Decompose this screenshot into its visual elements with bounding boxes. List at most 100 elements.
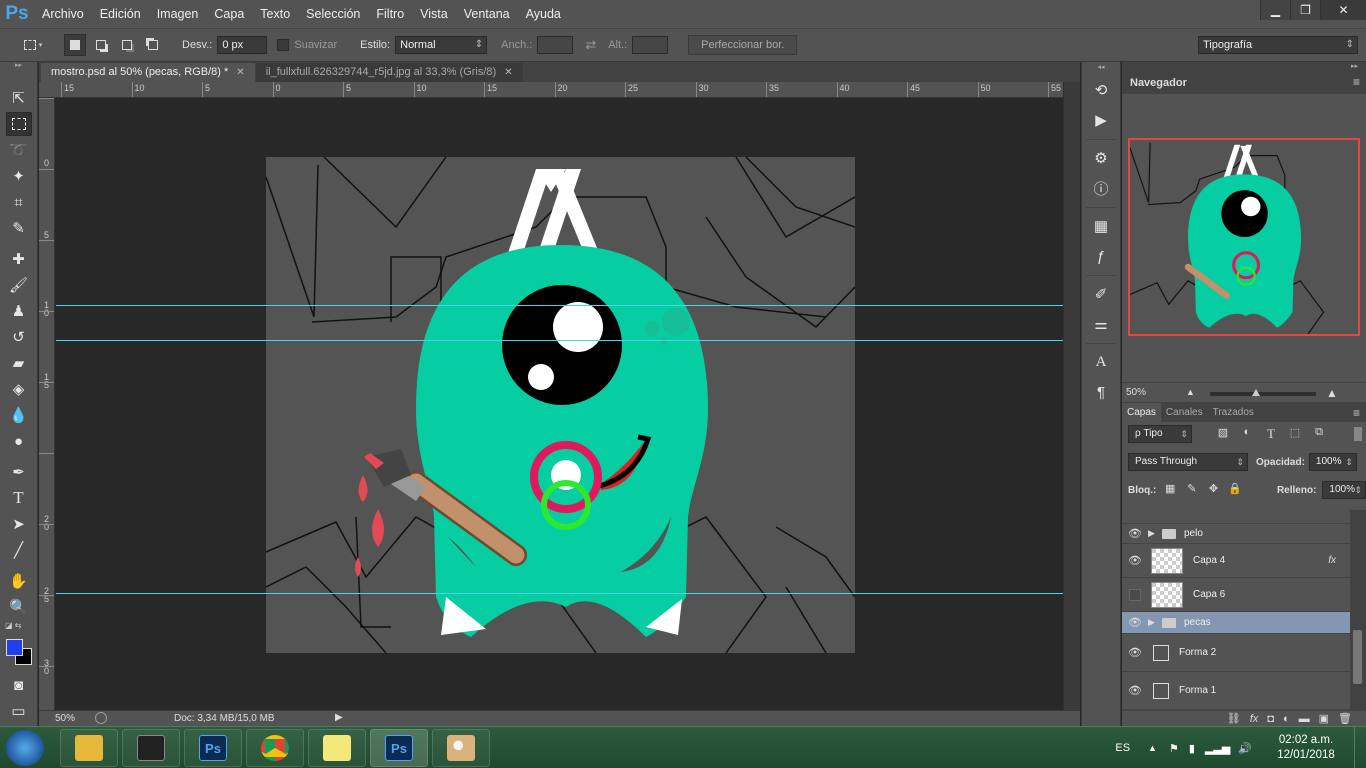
lasso-tool-icon[interactable]: ➰: [6, 138, 32, 162]
intersect-selection-button[interactable]: [142, 34, 164, 56]
guide-line[interactable]: [56, 593, 1063, 594]
antialias-checkbox[interactable]: [277, 39, 290, 51]
new-group-icon[interactable]: ▬: [1299, 713, 1310, 725]
menu-capa[interactable]: Capa: [206, 0, 252, 28]
menu-ventana[interactable]: Ventana: [456, 0, 518, 28]
layer-filter-select[interactable]: ρ Tipo: [1128, 425, 1192, 443]
add-style-icon[interactable]: fx: [1250, 713, 1259, 725]
layers-scroll-thumb[interactable]: [1353, 630, 1362, 684]
layer-row-pecas[interactable]: 👁 ▶ pecas: [1122, 612, 1350, 634]
menu-vista[interactable]: Vista: [412, 0, 456, 28]
delete-layer-icon[interactable]: 🗑: [1338, 712, 1352, 725]
history-brush-tool-icon[interactable]: ↺: [6, 325, 32, 349]
zoom-tool-icon[interactable]: 🔍: [6, 595, 32, 619]
close-tab-icon[interactable]: ✕: [236, 63, 244, 82]
blend-mode-select[interactable]: Pass Through: [1128, 453, 1248, 471]
menu-edicion[interactable]: Edición: [92, 0, 149, 28]
rect-marquee-tool-icon[interactable]: [5, 112, 32, 136]
layer-row-forma-2[interactable]: 👁 Forma 2: [1122, 634, 1350, 672]
hand-tool-icon[interactable]: ✋: [6, 569, 32, 593]
taskbar-photoshop-1[interactable]: Ps: [184, 729, 242, 767]
navigator-title[interactable]: Navegador: [1130, 77, 1187, 89]
move-tool-icon[interactable]: ⇱: [6, 86, 32, 110]
history-icon[interactable]: ⟲: [1089, 79, 1113, 101]
menu-imagen[interactable]: Imagen: [149, 0, 207, 28]
actions-icon[interactable]: ▶: [1089, 109, 1113, 131]
navigator-zoom-slider[interactable]: [1210, 392, 1316, 396]
visibility-eye-icon[interactable]: 👁: [1122, 616, 1148, 629]
workspace-select[interactable]: Tipografía: [1198, 36, 1358, 54]
subtract-selection-button[interactable]: [116, 34, 138, 56]
foreground-color-swatch[interactable]: [5, 639, 23, 656]
taskbar-sticky-notes[interactable]: [308, 729, 366, 767]
filter-shape-icon[interactable]: ⬚: [1286, 426, 1304, 442]
taskbar-media[interactable]: [122, 729, 180, 767]
tab-il-fullxfull[interactable]: il_fullxfull.626329744_r5jd.jpg al 33,3%…: [255, 63, 523, 82]
blur-tool-icon[interactable]: 💧: [6, 403, 32, 427]
style-select[interactable]: Normal: [395, 36, 488, 54]
horizontal-ruler[interactable]: 15 10 5 0 5 10 15 20 25 30 35 40 45 50 55: [39, 82, 1080, 98]
layer-row-capa-4[interactable]: 👁 Capa 4 fx: [1122, 544, 1350, 578]
lock-position-icon[interactable]: ✥: [1206, 482, 1222, 498]
line-tool-icon[interactable]: ╱: [6, 538, 32, 562]
tab-canales[interactable]: Canales: [1161, 403, 1208, 422]
expand-dock-icon[interactable]: ◂◂: [1082, 62, 1120, 72]
signal-icon[interactable]: ▂▃▅: [1205, 742, 1230, 755]
guide-line[interactable]: [56, 340, 1063, 341]
navigator-preview[interactable]: [1128, 138, 1360, 336]
menu-seleccion[interactable]: Selección: [298, 0, 368, 28]
healing-brush-tool-icon[interactable]: ✚: [6, 247, 32, 271]
language-indicator[interactable]: ES: [1115, 742, 1130, 754]
tab-capas[interactable]: Capas: [1122, 403, 1161, 422]
lock-all-icon[interactable]: 🔒: [1227, 482, 1243, 498]
status-menu-arrow-icon[interactable]: ▶: [335, 712, 343, 723]
height-input[interactable]: [632, 36, 669, 54]
battery-icon[interactable]: ▮: [1189, 742, 1195, 755]
tab-trazados[interactable]: Trazados: [1208, 403, 1259, 422]
clone-stamp-tool-icon[interactable]: ♟: [6, 299, 32, 323]
taskbar-paint[interactable]: [432, 729, 490, 767]
zoom-slider-thumb[interactable]: [1252, 389, 1260, 396]
path-selection-tool-icon[interactable]: ➤: [6, 512, 32, 536]
info-icon[interactable]: ⓘ: [1089, 177, 1113, 199]
quick-mask-icon[interactable]: ◙: [6, 673, 32, 697]
link-layers-icon[interactable]: ⛓: [1227, 712, 1241, 725]
properties-icon[interactable]: ⚙: [1089, 147, 1113, 169]
paragraph-icon[interactable]: ¶: [1089, 381, 1113, 403]
restore-button[interactable]: ❐: [1290, 0, 1320, 20]
visibility-eye-icon[interactable]: 👁: [1122, 554, 1148, 567]
menu-archivo[interactable]: Archivo: [34, 0, 92, 28]
close-button[interactable]: ✕: [1320, 0, 1366, 20]
add-mask-icon[interactable]: ◘: [1267, 713, 1274, 725]
menu-ayuda[interactable]: Ayuda: [518, 0, 569, 28]
lock-pixels-icon[interactable]: ✎: [1184, 482, 1200, 498]
layer-row-forma-1[interactable]: 👁 Forma 1: [1122, 672, 1350, 710]
new-layer-icon[interactable]: ▣: [1319, 712, 1329, 725]
brush-tool-icon[interactable]: 🖌: [6, 273, 32, 297]
status-zoom[interactable]: 50%: [55, 713, 75, 724]
guide-line[interactable]: [56, 305, 1063, 306]
new-selection-button[interactable]: [64, 34, 86, 56]
character-icon[interactable]: A: [1089, 351, 1113, 373]
visibility-eye-icon[interactable]: 👁: [1122, 527, 1148, 540]
filter-toggle[interactable]: [1354, 427, 1362, 441]
collapse-panels-icon[interactable]: ▸▸: [1122, 62, 1366, 72]
fill-input[interactable]: 100%: [1322, 481, 1366, 499]
close-tab-icon[interactable]: ✕: [504, 63, 512, 82]
taskbar-photoshop-2[interactable]: Ps: [370, 729, 428, 767]
eyedropper-tool-icon[interactable]: ✎: [6, 216, 32, 240]
collapse-toolbar-icon[interactable]: ▸▸: [0, 62, 37, 70]
tab-mostro[interactable]: mostro.psd al 50% (pecas, RGB/8) * ✕: [41, 63, 255, 82]
vertical-ruler[interactable]: 051015202530: [39, 98, 55, 710]
paint-bucket-tool-icon[interactable]: ◈: [6, 377, 32, 401]
eraser-tool-icon[interactable]: ▰: [6, 351, 32, 375]
swatches-icon[interactable]: ▦: [1089, 215, 1113, 237]
opacity-input[interactable]: 100%: [1308, 453, 1357, 471]
layers-scrollbar[interactable]: [1350, 510, 1366, 710]
menu-filtro[interactable]: Filtro: [368, 0, 412, 28]
taskbar-explorer[interactable]: [60, 729, 118, 767]
pen-tool-icon[interactable]: ✒: [6, 460, 32, 484]
clock[interactable]: 02:02 a.m. 12/01/2018: [1266, 733, 1346, 763]
layer-effects-icon[interactable]: fx: [1328, 555, 1336, 566]
swap-dimensions-icon[interactable]: ⇄: [585, 37, 596, 53]
